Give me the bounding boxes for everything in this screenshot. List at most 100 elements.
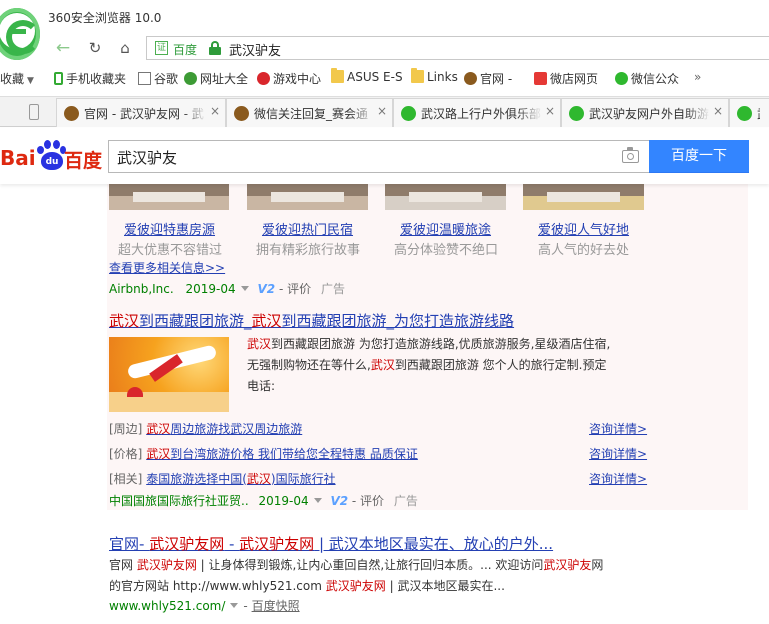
ad-desc-line2: 无强制购物还在等什么,武汉到西藏跟团旅游 您个人的旅行定制.预定 [247, 355, 606, 376]
dropdown-icon[interactable] [230, 603, 239, 608]
refresh-icon[interactable]: ↻ [84, 38, 106, 58]
doc-icon [138, 72, 151, 85]
highlight: 武汉驴友 [543, 558, 592, 572]
sidebar-phone-icon[interactable] [29, 104, 39, 120]
ad-date: 2019-04 [185, 282, 236, 296]
bookmark-label: 微信公众 [631, 72, 680, 86]
highlight: 武汉驴友网 [149, 535, 225, 553]
close-icon[interactable]: × [377, 104, 387, 118]
ad-card-subtitle: 拥有精彩旅行故事 [256, 243, 361, 258]
sitelink-link[interactable]: 泰国旅游选择中国(武汉)国际旅行社 [146, 472, 335, 486]
search-input[interactable] [117, 146, 597, 168]
v2-badge-icon[interactable]: V2 [257, 282, 275, 296]
site-icon [64, 106, 79, 121]
bookmark-label: 微店网页 [550, 72, 599, 86]
wechat-icon [569, 106, 584, 121]
ad-image[interactable] [247, 184, 368, 210]
detail-link[interactable]: 咨询详情> [589, 420, 647, 437]
bookmark-mobile[interactable]: 手机收藏夹 [54, 70, 126, 87]
cert-label: 百度 [173, 43, 198, 57]
detail-link[interactable]: 咨询详情> [589, 445, 647, 462]
camera-icon[interactable] [622, 147, 639, 163]
ad-image[interactable] [385, 184, 506, 210]
sitelink-link[interactable]: 武汉到台湾旅游价格 我们带给您全程特惠 品质保证 [146, 447, 418, 461]
v2-badge-icon[interactable]: V2 [330, 494, 348, 508]
sitelink-tag: [周边] [109, 422, 143, 436]
bookmark-games[interactable]: 游戏中心 [257, 70, 321, 87]
bookmark-links[interactable]: Links [411, 68, 458, 84]
certificate-icon[interactable]: 证 [155, 41, 168, 55]
title-text: - [224, 535, 240, 553]
logo-text: Bai [0, 146, 36, 170]
ad-card-title[interactable]: 爱彼迎热门民宿 [262, 219, 353, 238]
sitelink-tag: [价格] [109, 447, 143, 461]
highlight: 武汉 [370, 358, 395, 372]
ad-card-subtitle: 高分体验赞不绝口 [394, 243, 499, 258]
dropdown-icon[interactable] [313, 498, 322, 503]
sitelink-link[interactable]: 武汉周边旅游找武汉周边旅游 [146, 422, 302, 436]
ad-tag: 广告 [320, 282, 345, 296]
wechat-icon [737, 106, 752, 121]
bookmark-favorites[interactable]: 收藏 ▼ [0, 70, 34, 87]
snippet-text: 网 [591, 558, 604, 572]
logo-paw-text: du [41, 152, 63, 170]
bookmark-wechat[interactable]: 微信公众 [615, 70, 679, 87]
close-icon[interactable]: × [210, 104, 220, 118]
ad-card-title[interactable]: 爱彼迎特惠房源 [124, 219, 215, 238]
more-bookmarks-icon[interactable]: » [694, 70, 701, 84]
bookmark-label: 手机收藏夹 [66, 72, 127, 86]
search-button[interactable]: 百度一下 [649, 140, 749, 173]
lock-icon [209, 41, 221, 55]
close-icon[interactable]: × [545, 104, 555, 118]
tab-wuhan-club[interactable]: 武汉路上行户外俱乐部 × [393, 98, 561, 127]
review-link[interactable]: - 评价 [352, 494, 384, 508]
bookmark-asus[interactable]: ASUS E-S [331, 68, 403, 84]
review-link[interactable]: - 评价 [279, 282, 311, 296]
bookmark-google[interactable]: 谷歌 [138, 70, 178, 87]
snippet-text: | 让身体得到锻炼,让内心重回自然,让旅行回归本质。... 欢迎访问 [196, 558, 544, 572]
url-text[interactable]: 武汉驴友 [229, 40, 281, 59]
back-icon[interactable]: ← [52, 38, 74, 58]
ad-card-subtitle: 超大优惠不容错过 [118, 243, 223, 258]
ad-card-title[interactable]: 爱彼迎温暖旅途 [400, 219, 491, 238]
ad-title-link[interactable]: 武汉到西藏跟团旅游_武汉到西藏跟团旅游_为您打造旅游线路 [109, 310, 514, 331]
nav-icon [184, 72, 197, 85]
result-title-link[interactable]: 官网- 武汉驴友网 - 武汉驴友网 | 武汉本地区最实在、放心的户外... [109, 533, 553, 554]
ad-source: Airbnb,Inc. [109, 282, 174, 296]
bookmark-nav[interactable]: 网址大全 [184, 70, 248, 87]
ad-sitelink-row: [周边] 武汉周边旅游找武汉周边旅游 [109, 420, 302, 437]
dropdown-icon[interactable] [240, 286, 249, 291]
bookmark-weidian[interactable]: 微店网页 [534, 70, 598, 87]
tab-wechat-reply[interactable]: 微信关注回复_赛会通 × [226, 98, 393, 127]
sitelink-tag: [相关] [109, 472, 143, 486]
ad-card-title[interactable]: 爱彼迎人气好地 [538, 219, 629, 238]
tab-wuhan-hikers[interactable]: 武汉驴友网户外自助游 × [561, 98, 729, 127]
highlight: 武汉 [251, 312, 282, 330]
tab-label: 武汉路上行户外俱乐部 [421, 107, 542, 121]
ad-image[interactable] [109, 184, 229, 210]
ad-sitelink-row: [价格] 武汉到台湾旅游价格 我们带给您全程特惠 品质保证 [109, 445, 418, 462]
home-icon[interactable]: ⌂ [114, 38, 136, 58]
desc-text: 到西藏跟团旅游 您个人的旅行定制.预定 [394, 358, 607, 372]
bookmark-label: 官网 - [480, 72, 513, 86]
ad-date: 2019-04 [258, 494, 309, 508]
ad-sitelink-row: [相关] 泰国旅游选择中国(武汉)国际旅行社 [109, 470, 336, 487]
result-snippet-line2: 的官方网站 http://www.whly521.com 武汉驴友网 | 武汉本… [109, 576, 505, 597]
bookmark-official[interactable]: 官网 - [464, 70, 512, 87]
more-info-link[interactable]: 查看更多相关信息>> [109, 259, 225, 276]
tab-official-site[interactable]: 官网 - 武汉驴友网 - 武 × [56, 98, 226, 127]
highlight: 武汉 [246, 472, 271, 486]
ad-image[interactable] [523, 184, 644, 210]
phone-icon [54, 72, 63, 85]
detail-link[interactable]: 咨询详情> [589, 470, 647, 487]
window-title: 360安全浏览器 10.0 [48, 11, 162, 25]
close-icon[interactable]: × [713, 104, 723, 118]
site-icon [464, 72, 477, 85]
tab-partial[interactable]: 武 [729, 98, 769, 127]
logo-text-cn: 百度 [64, 150, 103, 172]
snapshot-link[interactable]: 百度快照 [252, 599, 300, 613]
address-bar[interactable]: 证 百度 武汉驴友 [146, 36, 769, 60]
ad-airplane-image[interactable] [109, 337, 229, 412]
ad-card-subtitle: 高人气的好去处 [538, 243, 630, 258]
sitelink-text: 泰国旅游选择中国( [146, 472, 247, 486]
